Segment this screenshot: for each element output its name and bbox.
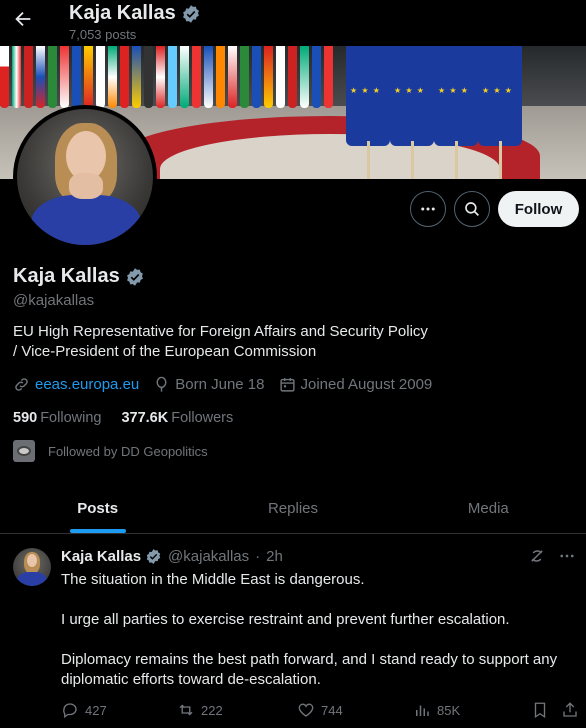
header-name-text: Kaja Kallas <box>69 2 176 24</box>
views-button[interactable]: 85K <box>413 701 460 719</box>
reply-button[interactable]: 427 <box>61 701 107 719</box>
post-count: 7,053 posts <box>69 27 137 42</box>
like-button[interactable]: 744 <box>297 701 343 719</box>
back-arrow-icon[interactable] <box>12 8 34 30</box>
tweet-avatar[interactable] <box>13 548 51 586</box>
header-name: Kaja Kallas <box>69 2 201 25</box>
more-options-button[interactable] <box>410 191 446 227</box>
repost-icon <box>177 701 195 719</box>
repost-count: 222 <box>201 702 223 718</box>
tweet-top-icons <box>528 547 576 565</box>
verified-badge-icon[interactable] <box>125 267 145 287</box>
more-icon[interactable] <box>558 547 576 565</box>
verified-badge-icon <box>181 4 201 24</box>
website-link[interactable]: eeas.europa.eu <box>35 376 139 393</box>
more-icon <box>419 200 437 218</box>
joined-date: Joined August 2009 <box>300 376 433 393</box>
tweet-separator: · <box>255 548 261 565</box>
search-icon <box>463 200 481 218</box>
profile-name: Kaja Kallas <box>13 265 145 288</box>
tab-posts[interactable]: Posts <box>0 484 195 533</box>
tweet-time[interactable]: 2h <box>266 548 283 565</box>
profile-meta: eeas.europa.eu Born June 18 Joined Augus… <box>13 376 432 393</box>
tweet[interactable]: Kaja Kallas @kajakallas · 2h The situati… <box>0 535 586 728</box>
bio-line: EU High Representative for Foreign Affai… <box>13 323 428 340</box>
follow-button[interactable]: Follow <box>498 191 579 227</box>
followers-count: 377.6K <box>121 410 169 426</box>
bookmark-icon <box>531 701 549 719</box>
tweet-paragraph: Diplomacy remains the best path forward,… <box>61 651 558 688</box>
tweet-text: The situation in the Middle East is dang… <box>61 570 581 710</box>
tweet-author-handle[interactable]: @kajakallas <box>168 548 249 565</box>
followed-by-text: Followed by DD Geopolitics <box>48 443 208 459</box>
profile-handle: @kajakallas <box>13 292 95 309</box>
following-label: Following <box>40 410 102 426</box>
reply-count: 427 <box>85 702 107 718</box>
reply-icon <box>61 701 79 719</box>
followed-by[interactable]: Followed by DD Geopolitics <box>13 440 208 462</box>
balloon-icon <box>153 376 170 393</box>
profile-bio: EU High Representative for Foreign Affai… <box>13 322 453 362</box>
repost-button[interactable]: 222 <box>177 701 223 719</box>
search-profile-button[interactable] <box>454 191 490 227</box>
profile-avatar[interactable] <box>13 105 157 249</box>
follower-avatar <box>13 440 35 462</box>
tweet-author-name[interactable]: Kaja Kallas <box>61 548 141 565</box>
verified-badge-icon <box>145 548 162 565</box>
following-link[interactable]: 590 Following <box>13 410 101 426</box>
follow-stats: 590 Following 377.6K Followers <box>13 410 233 426</box>
profile-header-bar: Kaja Kallas 7,053 posts <box>0 0 586 46</box>
tweet-actions: 427 222 744 85K <box>61 701 581 723</box>
bookmark-button[interactable] <box>531 701 549 719</box>
share-icon <box>561 701 579 719</box>
profile-name-text: Kaja Kallas <box>13 265 120 287</box>
like-count: 744 <box>321 702 343 718</box>
tweet-header: Kaja Kallas @kajakallas · 2h <box>61 548 283 565</box>
profile-tabs: Posts Replies Media <box>0 484 586 534</box>
tweet-paragraph: The situation in the Middle East is dang… <box>61 571 365 588</box>
heart-icon <box>297 701 315 719</box>
flag-row <box>0 46 340 116</box>
following-count: 590 <box>13 410 38 426</box>
views-icon <box>413 701 431 719</box>
grok-icon[interactable] <box>528 547 546 565</box>
calendar-icon <box>279 376 296 393</box>
views-count: 85K <box>437 702 461 718</box>
share-button[interactable] <box>561 701 579 719</box>
followers-link[interactable]: 377.6K Followers <box>121 410 233 426</box>
link-icon <box>13 376 30 393</box>
tab-media[interactable]: Media <box>391 484 586 533</box>
followers-label: Followers <box>171 410 234 426</box>
tweet-paragraph: I urge all parties to exercise restraint… <box>61 611 510 628</box>
tab-replies[interactable]: Replies <box>195 484 390 533</box>
bio-line: / Vice-President of the European Commiss… <box>13 343 317 360</box>
born-date: Born June 18 <box>175 376 265 393</box>
